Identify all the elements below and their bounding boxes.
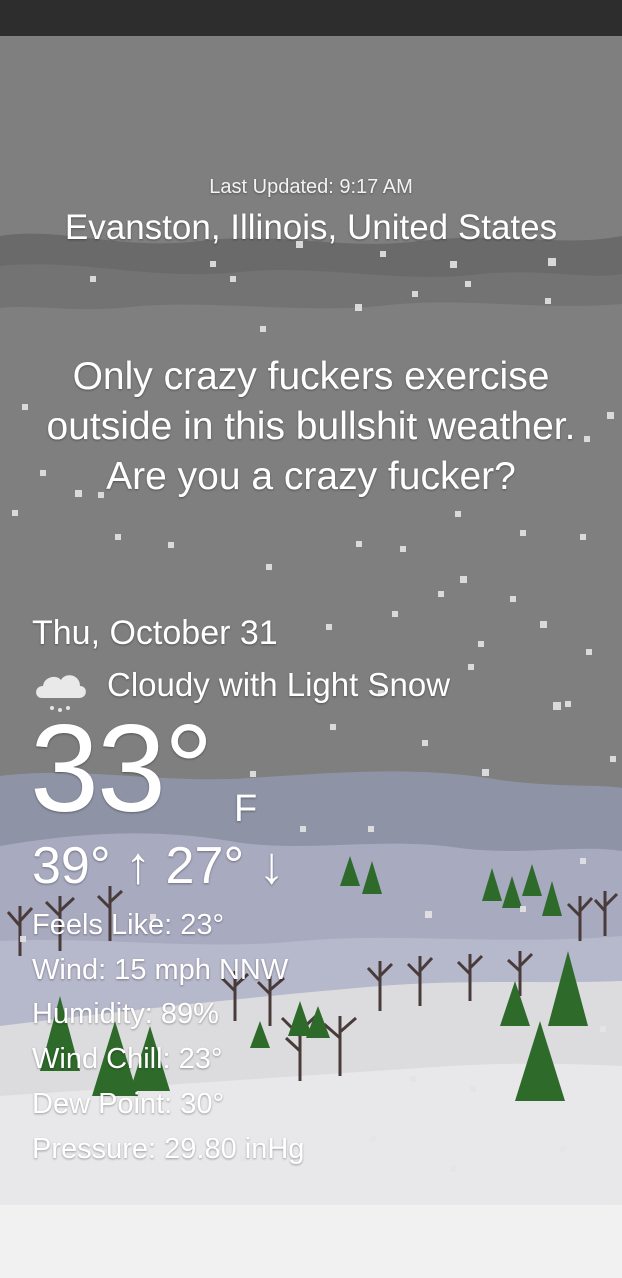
last-updated-label: Last Updated: 9:17 AM (209, 176, 413, 198)
dew-point-label: Dew Point: 30° (32, 1088, 225, 1120)
pressure-label: Pressure: 29.80 inHg (32, 1133, 305, 1165)
wind-chill-label: Wind Chill: 23° (32, 1043, 223, 1075)
navigation-bar (0, 1205, 622, 1278)
status-bar (0, 0, 622, 36)
weather-quote: Only crazy fuckers exercise outside in t… (46, 355, 576, 498)
high-low-temperature: 39° ↑ 27° ↓ (32, 837, 285, 895)
forecast-date: Thu, October 31 (32, 614, 278, 652)
current-temperature: 33° (30, 700, 214, 838)
temperature-unit[interactable]: F (234, 788, 257, 831)
feels-like-label: Feels Like: 23° (32, 909, 225, 941)
condition-text: Cloudy with Light Snow (107, 666, 451, 703)
location-label[interactable]: Evanston, Illinois, United States (0, 208, 622, 248)
wind-label: Wind: 15 mph NNW (32, 954, 289, 986)
humidity-label: Humidity: 89% (32, 998, 219, 1030)
weather-scene-background: Last Updated: 9:17 AM Evanston, Illinois… (0, 36, 622, 1205)
